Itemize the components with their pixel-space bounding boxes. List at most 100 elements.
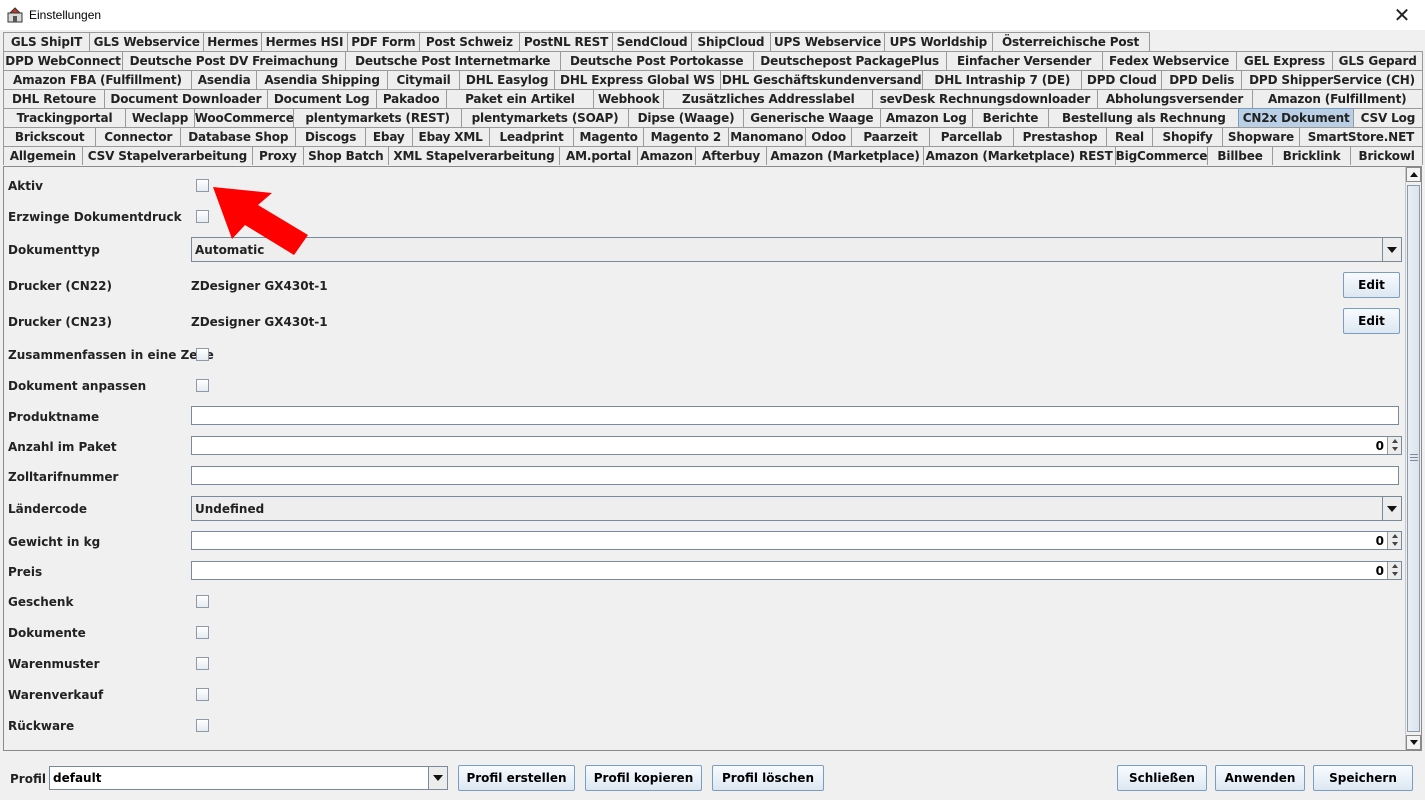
- tab-brickscout[interactable]: Brickscout: [3, 127, 97, 146]
- tab-csv-stapelverarbeitung[interactable]: CSV Stapelverarbeitung: [81, 146, 254, 165]
- tab-amazon-fba-fulfillment[interactable]: Amazon FBA (Fulfillment): [3, 70, 192, 89]
- tab-dpd-cloud[interactable]: DPD Cloud: [1081, 70, 1163, 89]
- profil-kopieren-button[interactable]: Profil kopieren: [585, 765, 702, 791]
- tab-dpd-delis[interactable]: DPD Delis: [1161, 70, 1243, 89]
- tab-document-log[interactable]: Document Log: [266, 89, 377, 108]
- tab-shop-batch[interactable]: Shop Batch: [302, 146, 390, 165]
- tab-shopify[interactable]: Shopify: [1152, 127, 1223, 146]
- tab-hermes[interactable]: Hermes: [203, 32, 262, 51]
- checkbox-warenmuster[interactable]: [196, 657, 209, 670]
- tab-am-portal[interactable]: AM.portal: [558, 146, 639, 165]
- schliessen-button[interactable]: Schließen: [1117, 765, 1207, 791]
- tab-gls-webservice[interactable]: GLS Webservice: [89, 32, 205, 51]
- profil-erstellen-button[interactable]: Profil erstellen: [458, 765, 575, 791]
- checkbox-geschenk[interactable]: [196, 595, 209, 608]
- tab-dhl-retoure[interactable]: DHL Retoure: [3, 89, 106, 108]
- checkbox-dokumente[interactable]: [196, 626, 209, 639]
- tab-brickowl[interactable]: Brickowl: [1350, 146, 1423, 165]
- tab-dpd-shipperservice-ch[interactable]: DPD ShipperService (CH): [1241, 70, 1423, 89]
- checkbox-dokument-anpassen[interactable]: [196, 379, 209, 392]
- gewicht-spinner[interactable]: 0: [191, 531, 1402, 550]
- tab-ups-webservice[interactable]: UPS Webservice: [769, 32, 886, 51]
- checkbox-aktiv[interactable]: [196, 179, 209, 192]
- checkbox-warenverkauf[interactable]: [196, 688, 209, 701]
- tab-amazon-marketplace[interactable]: Amazon (Marketplace): [766, 146, 924, 165]
- tab-österreichische-post[interactable]: Österreichische Post: [991, 32, 1150, 51]
- tab-fedex-webservice[interactable]: Fedex Webservice: [1101, 51, 1237, 70]
- tab-bricklink[interactable]: Bricklink: [1271, 146, 1352, 165]
- tab-ebay[interactable]: Ebay: [364, 127, 413, 146]
- tab-abholungsversender[interactable]: Abholungsversender: [1096, 89, 1253, 108]
- tab-billbee[interactable]: Billbee: [1207, 146, 1273, 165]
- tab-magento-2[interactable]: Magento 2: [642, 127, 729, 146]
- profil-loeschen-button[interactable]: Profil löschen: [712, 765, 824, 791]
- laendercode-select[interactable]: Undefined: [191, 496, 1402, 521]
- spinner-buttons[interactable]: [1387, 437, 1401, 454]
- tab-magento[interactable]: Magento: [573, 127, 644, 146]
- chevron-down-icon[interactable]: [428, 767, 447, 789]
- tab-dpd-webconnect[interactable]: DPD WebConnect: [3, 51, 124, 70]
- tab-gel-express[interactable]: GEL Express: [1235, 51, 1334, 70]
- tab-weclapp[interactable]: Weclapp: [125, 108, 196, 127]
- tab-smartstore-net[interactable]: SmartStore.NET: [1299, 127, 1423, 146]
- produktname-input[interactable]: [191, 406, 1399, 425]
- tab-paket-ein-artikel[interactable]: Paket ein Artikel: [445, 89, 595, 108]
- tab-hermes-hsi[interactable]: Hermes HSI: [260, 32, 348, 51]
- tab-deutsche-post-portokasse[interactable]: Deutsche Post Portokasse: [559, 51, 754, 70]
- scroll-down-button[interactable]: [1406, 735, 1421, 750]
- tab-dhl-easylog[interactable]: DHL Easylog: [459, 70, 555, 89]
- tab-csv-log[interactable]: CSV Log: [1352, 108, 1423, 127]
- tab-dhl-express-global-ws[interactable]: DHL Express Global WS: [553, 70, 722, 89]
- tab-amazon-fulfillment[interactable]: Amazon (Fulfillment): [1251, 89, 1423, 108]
- tab-document-downloader[interactable]: Document Downloader: [104, 89, 268, 108]
- tab-discogs[interactable]: Discogs: [295, 127, 366, 146]
- tab-amazon[interactable]: Amazon: [637, 146, 696, 165]
- checkbox-erzwinge-dokumentdruck[interactable]: [196, 210, 209, 223]
- tab-generische-waage[interactable]: Generische Waage: [742, 108, 881, 127]
- vertical-scrollbar[interactable]: [1405, 167, 1421, 750]
- tab-plentymarkets-rest[interactable]: plentymarkets (REST): [293, 108, 462, 127]
- scroll-up-button[interactable]: [1406, 167, 1421, 182]
- zolltarifnummer-input[interactable]: [191, 466, 1399, 485]
- chevron-down-icon[interactable]: [1382, 497, 1401, 520]
- tab-xml-stapelverarbeitung[interactable]: XML Stapelverarbeitung: [388, 146, 560, 165]
- tab-post-schweiz[interactable]: Post Schweiz: [418, 32, 520, 51]
- spinner-buttons[interactable]: [1387, 532, 1401, 549]
- profil-select[interactable]: default: [49, 766, 448, 790]
- tab-odoo[interactable]: Odoo: [804, 127, 853, 146]
- scroll-thumb[interactable]: [1407, 185, 1420, 732]
- tab-postnl-rest[interactable]: PostNL REST: [518, 32, 614, 51]
- tab-database-shop[interactable]: Database Shop: [180, 127, 297, 146]
- tab-citymail[interactable]: Citymail: [386, 70, 461, 89]
- tab-gls-shipit[interactable]: GLS ShipIT: [3, 32, 90, 51]
- tab-asendia[interactable]: Asendia: [190, 70, 258, 89]
- tab-woocommerce[interactable]: WooCommerce: [194, 108, 295, 127]
- tab-amazon-marketplace-rest[interactable]: Amazon (Marketplace) REST: [922, 146, 1116, 165]
- tab-connector[interactable]: Connector: [95, 127, 182, 146]
- edit-drucker-cn22-button[interactable]: Edit: [1343, 272, 1400, 298]
- tab-ebay-xml[interactable]: Ebay XML: [411, 127, 490, 146]
- tab-deutsche-post-internetmarke[interactable]: Deutsche Post Internetmarke: [344, 51, 561, 70]
- checkbox-zusammenfassen[interactable]: [196, 348, 209, 361]
- tab-pdf-form[interactable]: PDF Form: [346, 32, 420, 51]
- tab-proxy[interactable]: Proxy: [252, 146, 304, 165]
- tab-cn2x-dokument[interactable]: CN2x Dokument: [1238, 108, 1354, 127]
- tab-prestashop[interactable]: Prestashop: [1013, 127, 1107, 146]
- tab-pakadoo[interactable]: Pakadoo: [375, 89, 447, 108]
- anzahl-spinner[interactable]: 0: [191, 436, 1402, 455]
- tab-sendcloud[interactable]: SendCloud: [612, 32, 692, 51]
- checkbox-rueckware[interactable]: [196, 719, 209, 732]
- tab-parcellab[interactable]: Parcellab: [928, 127, 1015, 146]
- tab-manomano[interactable]: Manomano: [727, 127, 806, 146]
- tab-paarzeit[interactable]: Paarzeit: [851, 127, 930, 146]
- edit-drucker-cn23-button[interactable]: Edit: [1343, 308, 1400, 334]
- tab-plentymarkets-soap[interactable]: plentymarkets (SOAP): [460, 108, 630, 127]
- tab-leadprint[interactable]: Leadprint: [488, 127, 575, 146]
- close-button[interactable]: ✕: [1379, 0, 1425, 30]
- tab-ups-worldship[interactable]: UPS Worldship: [884, 32, 993, 51]
- tab-bigcommerce[interactable]: BigCommerce: [1114, 146, 1209, 165]
- chevron-down-icon[interactable]: [1382, 238, 1401, 261]
- tab-einfacher-versender[interactable]: Einfacher Versender: [945, 51, 1103, 70]
- tab-real[interactable]: Real: [1105, 127, 1154, 146]
- tab-shopware[interactable]: Shopware: [1221, 127, 1300, 146]
